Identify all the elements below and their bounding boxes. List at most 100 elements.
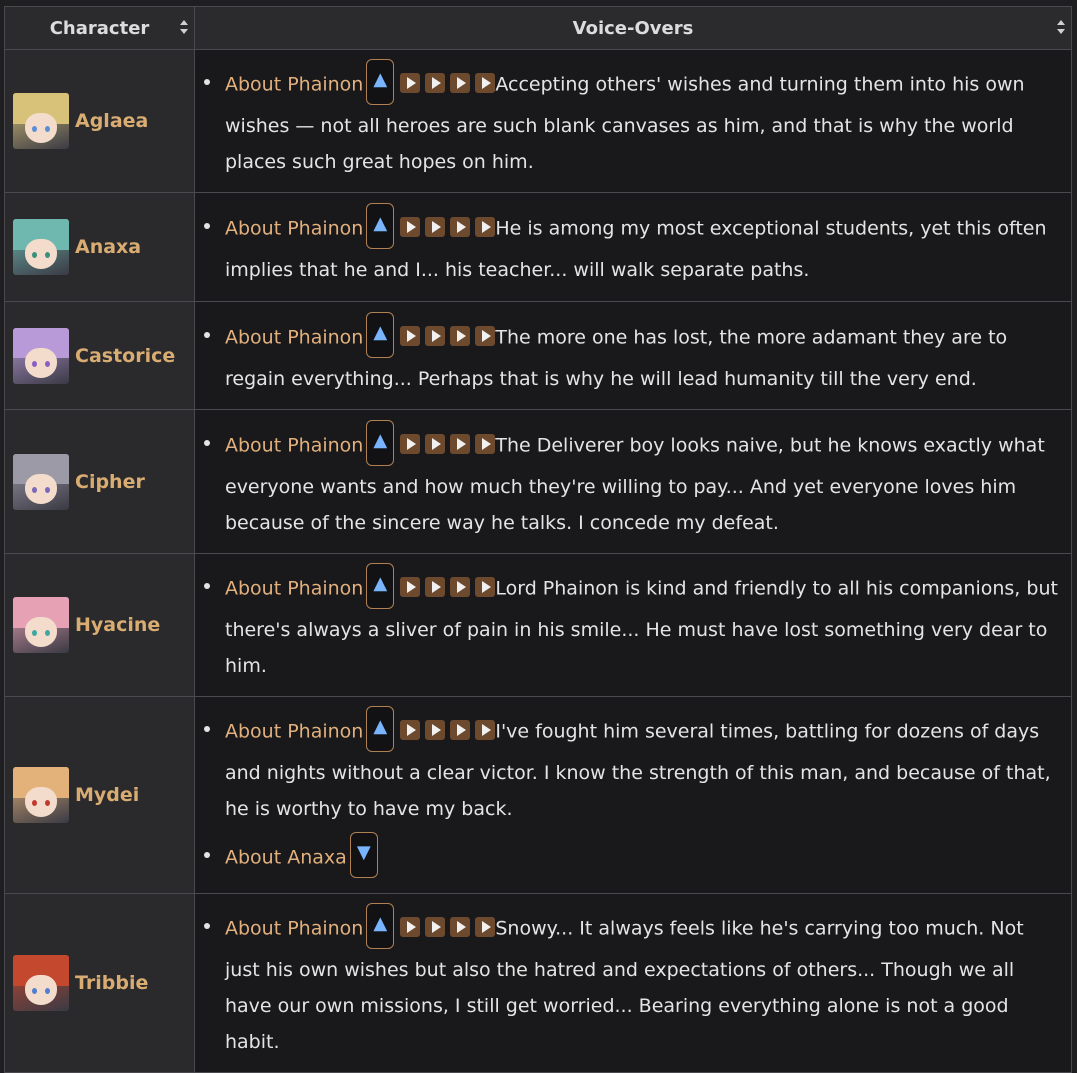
expand-toggle-button[interactable]: ▲ bbox=[366, 311, 395, 358]
table-row: Anaxa About Phainon ▲ He is among my most e… bbox=[4, 192, 1072, 302]
play-audio-icon[interactable] bbox=[450, 720, 471, 740]
play-audio-icon[interactable] bbox=[425, 917, 446, 937]
play-audio-icon[interactable] bbox=[400, 577, 421, 597]
play-audio-icon[interactable] bbox=[450, 917, 471, 937]
voice-line-item: About Phainon ▲ The Deliverer boy looks na… bbox=[204, 419, 1059, 541]
avatar-eye bbox=[45, 486, 50, 493]
avatar-eye bbox=[45, 630, 50, 636]
voice-line-topic[interactable]: About Phainon bbox=[225, 218, 363, 240]
character-name[interactable]: Cipher bbox=[75, 471, 145, 493]
play-audio-icon[interactable] bbox=[450, 73, 471, 93]
table-row: Cipher About Phainon ▲ The Deliverer boy lo… bbox=[4, 409, 1072, 554]
sort-icon[interactable] bbox=[1057, 20, 1065, 34]
voice-line-list: About Phainon ▲ The Deliverer boy looks na… bbox=[195, 411, 1071, 553]
expand-toggle-button[interactable]: ▼ bbox=[349, 832, 378, 878]
character-name[interactable]: Mydei bbox=[75, 784, 139, 806]
play-audio-icon[interactable] bbox=[400, 217, 421, 237]
play-audio-icon[interactable] bbox=[475, 73, 496, 93]
avatar-face bbox=[25, 347, 57, 378]
character-avatar[interactable] bbox=[13, 597, 69, 653]
voice-over-cell: About Phainon ▲ Lord Phainon is kind and f… bbox=[194, 553, 1072, 697]
expand-toggle-button[interactable]: ▲ bbox=[366, 563, 395, 609]
character-avatar[interactable] bbox=[13, 327, 69, 384]
play-audio-icon[interactable] bbox=[475, 325, 496, 346]
play-audio-icon[interactable] bbox=[475, 433, 496, 454]
play-audio-icon[interactable] bbox=[475, 917, 496, 937]
play-audio-icon[interactable] bbox=[475, 577, 496, 597]
character-name[interactable]: Hyacine bbox=[75, 614, 160, 636]
voice-line-item: About Anaxa ▼ bbox=[204, 832, 1059, 881]
voice-line-topic[interactable]: About Phainon bbox=[225, 578, 363, 600]
play-audio-icon[interactable] bbox=[400, 720, 421, 740]
toggle-arrow-icon: ▲ bbox=[373, 716, 388, 737]
voice-line-list: About Phainon ▲ Lord Phainon is kind and f… bbox=[195, 554, 1071, 696]
expand-toggle-button[interactable]: ▲ bbox=[366, 419, 395, 466]
character-avatar[interactable] bbox=[13, 767, 69, 823]
voice-line-topic[interactable]: About Phainon bbox=[225, 326, 363, 348]
avatar-eye bbox=[45, 988, 50, 994]
sort-icon[interactable] bbox=[180, 20, 188, 34]
avatar-eye bbox=[32, 252, 37, 258]
play-audio-icon[interactable] bbox=[400, 73, 421, 93]
play-audio-icon[interactable] bbox=[450, 217, 471, 237]
play-audio-icon[interactable] bbox=[475, 217, 496, 237]
play-audio-icon[interactable] bbox=[400, 325, 421, 346]
play-audio-icon[interactable] bbox=[400, 433, 421, 454]
toggle-arrow-icon: ▲ bbox=[373, 913, 388, 934]
toggle-arrow-icon: ▲ bbox=[373, 321, 388, 343]
voice-line-topic[interactable]: About Anaxa bbox=[225, 847, 347, 869]
character-avatar[interactable] bbox=[13, 219, 69, 275]
voice-line-item: About Phainon ▲ He is among my most except… bbox=[204, 203, 1059, 288]
character-column-header[interactable]: Character bbox=[4, 6, 195, 50]
character-link[interactable]: Mydei bbox=[5, 767, 194, 823]
voice-line-topic[interactable]: About Phainon bbox=[225, 434, 363, 456]
character-link[interactable]: Anaxa bbox=[5, 219, 194, 275]
character-link[interactable]: Hyacine bbox=[5, 597, 194, 653]
voice-line-list: About Phainon ▲ The more one has lost, the… bbox=[195, 303, 1071, 409]
character-avatar[interactable] bbox=[13, 93, 69, 149]
character-cell: Aglaea bbox=[4, 49, 195, 193]
play-audio-icon[interactable] bbox=[450, 325, 471, 346]
avatar-eye bbox=[32, 360, 37, 367]
voice-over-cell: About Phainon ▲ The Deliverer boy looks na… bbox=[194, 409, 1072, 554]
play-audio-icon[interactable] bbox=[425, 73, 446, 93]
avatar-eye bbox=[45, 126, 50, 132]
play-audio-icon[interactable] bbox=[425, 433, 446, 454]
character-name[interactable]: Aglaea bbox=[75, 110, 148, 132]
voice-line-topic[interactable]: About Phainon bbox=[225, 74, 363, 96]
play-audio-icon[interactable] bbox=[425, 720, 446, 740]
expand-toggle-button[interactable]: ▲ bbox=[366, 706, 395, 752]
play-audio-icon[interactable] bbox=[450, 433, 471, 454]
avatar-eye bbox=[32, 486, 37, 493]
voice-line-topic[interactable]: About Phainon bbox=[225, 918, 363, 940]
voice-overs-column-header[interactable]: Voice-Overs bbox=[194, 6, 1072, 50]
voice-line-list: About Phainon ▲ He is among my most except… bbox=[195, 194, 1071, 300]
expand-toggle-button[interactable]: ▲ bbox=[366, 203, 395, 249]
character-cell: Anaxa bbox=[4, 192, 195, 302]
expand-toggle-button[interactable]: ▲ bbox=[366, 903, 395, 949]
character-name[interactable]: Tribbie bbox=[75, 972, 148, 994]
voice-line-item: About Phainon ▲ Accepting others' wishes a… bbox=[204, 59, 1059, 180]
play-audio-icon[interactable] bbox=[425, 325, 446, 346]
voice-over-cell: About Phainon ▲ Accepting others' wishes a… bbox=[194, 49, 1072, 193]
character-link[interactable]: Tribbie bbox=[5, 955, 194, 1011]
character-avatar[interactable] bbox=[13, 955, 69, 1011]
play-audio-icon[interactable] bbox=[450, 577, 471, 597]
voice-over-cell: About Phainon ▲ Snowy... It always feels l… bbox=[194, 893, 1072, 1073]
character-avatar[interactable] bbox=[13, 453, 69, 510]
character-name[interactable]: Anaxa bbox=[75, 236, 141, 258]
play-audio-icon[interactable] bbox=[475, 720, 496, 740]
expand-toggle-button[interactable]: ▲ bbox=[366, 59, 395, 105]
character-link[interactable]: Aglaea bbox=[5, 93, 194, 149]
voice-line-topic[interactable]: About Phainon bbox=[225, 721, 363, 743]
play-audio-icon[interactable] bbox=[425, 577, 446, 597]
character-name[interactable]: Castorice bbox=[75, 345, 175, 367]
table-row: Tribbie About Phainon ▲ Snowy... It always … bbox=[4, 893, 1072, 1073]
avatar-eye bbox=[32, 988, 37, 994]
character-link[interactable]: Cipher bbox=[5, 453, 194, 510]
character-cell: Cipher bbox=[4, 409, 195, 554]
character-link[interactable]: Castorice bbox=[5, 327, 194, 384]
play-audio-icon[interactable] bbox=[400, 917, 421, 937]
table-row: Aglaea About Phainon ▲ Accepting others' wi… bbox=[4, 49, 1072, 193]
play-audio-icon[interactable] bbox=[425, 217, 446, 237]
